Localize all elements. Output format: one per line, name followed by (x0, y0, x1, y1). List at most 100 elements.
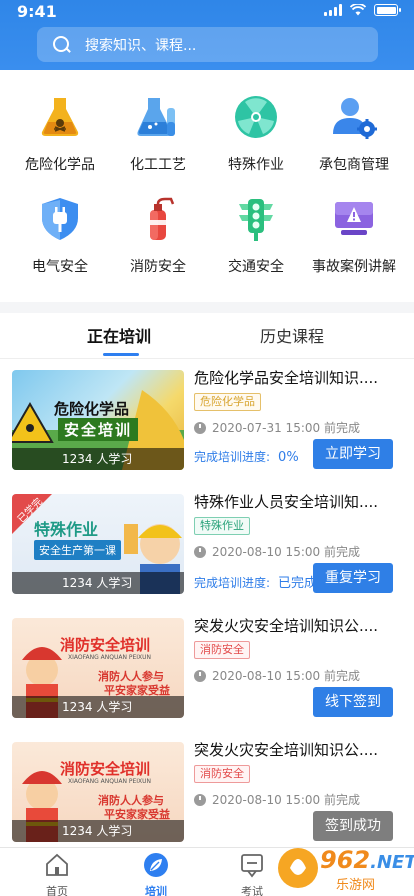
category-chemical-process[interactable]: 化工工艺 (108, 94, 208, 174)
course-item[interactable]: 消防安全培训 XIAOFANG ANQUAN PEIXUN 消防人人参与 平安家… (0, 729, 414, 853)
deadline-text: 2020-07-31 15:00 前完成 (212, 421, 360, 435)
status-time: 9:41 (17, 2, 57, 21)
course-tag: 特殊作业 (194, 517, 250, 535)
thumbnail-subtitle: 安全培训 (58, 418, 139, 441)
tab-exam[interactable]: 考试 (222, 852, 282, 896)
warning-monitor-icon (335, 202, 373, 235)
status-icons (324, 4, 401, 16)
learner-count: 1234 人学习 (12, 572, 184, 594)
course-tabs: 正在培训 历史课程 (0, 313, 414, 359)
clock-icon (194, 793, 206, 806)
progress-label: 完成培训进度: (194, 450, 271, 464)
course-item[interactable]: 消防安全培训 XIAOFANG ANQUAN PEIXUN 消防人人参与 平安家… (0, 605, 414, 729)
search-bar[interactable]: 搜索知识、课程... (37, 27, 378, 62)
category-label: 交通安全 (228, 259, 284, 275)
traffic-light-icon (239, 199, 273, 241)
search-icon (53, 35, 71, 54)
tab-current-training[interactable]: 正在培训 (87, 323, 151, 347)
course-thumbnail: 危险化学品 安全培训 1234 人学习 (12, 370, 184, 470)
progress-row: 完成培训进度: 已完成 (194, 572, 317, 591)
fire-extinguisher-icon (150, 197, 175, 240)
thumbnail-title: 危险化学品 (54, 400, 130, 418)
site-watermark: 962.NET 乐游网 (276, 840, 414, 896)
deadline-row: 2020-08-10 15:00 前完成 (194, 667, 360, 684)
category-contractor-management[interactable]: 承包商管理 (304, 94, 404, 174)
deadline-text: 2020-08-10 15:00 前完成 (212, 793, 360, 807)
tab-label: 培训 (145, 885, 167, 896)
exam-icon (241, 854, 263, 878)
repeat-learning-button[interactable]: 重复学习 (313, 563, 393, 593)
deadline-text: 2020-08-10 15:00 前完成 (212, 545, 360, 559)
thumbnail-title: 消防安全培训 (60, 760, 151, 778)
category-label: 特殊作业 (228, 157, 284, 173)
progress-value: 0% (278, 450, 299, 465)
tab-label: 首页 (46, 885, 68, 896)
battery-icon (374, 4, 401, 16)
tab-active-indicator (103, 353, 139, 356)
course-title: 特殊作业人员安全培训知.... (194, 493, 379, 511)
category-fire-safety[interactable]: 消防安全 (108, 196, 208, 276)
progress-value: 已完成 (278, 576, 318, 591)
course-thumbnail: 消防安全培训 XIAOFANG ANQUAN PEIXUN 消防人人参与 平安家… (12, 742, 184, 842)
course-title: 突发火灾安全培训知识公.... (194, 741, 379, 759)
course-thumbnail: 已学完 特殊作业 安全生产第一课 1234 人学习 (12, 494, 184, 594)
chem-flask-icon (137, 98, 175, 136)
wifi-icon (350, 4, 366, 16)
category-label: 事故案例讲解 (312, 259, 396, 275)
contractor-gear-icon (333, 98, 377, 139)
clock-icon (194, 545, 206, 558)
category-traffic-safety[interactable]: 交通安全 (206, 196, 306, 276)
tab-history-courses[interactable]: 历史课程 (260, 323, 324, 347)
course-thumbnail: 消防安全培训 XIAOFANG ANQUAN PEIXUN 消防人人参与 平安家… (12, 618, 184, 718)
category-label: 承包商管理 (319, 157, 389, 173)
radiation-icon (235, 96, 277, 138)
course-item[interactable]: 危险化学品 安全培训 1234 人学习 危险化学品安全培训知识.... 危险化学… (0, 357, 414, 481)
watermark-sub: 乐游网 (336, 878, 376, 893)
checkin-success-button[interactable]: 签到成功 (313, 811, 393, 841)
category-grid: 危险化学品 化工工艺 特殊作业 承包商管理 电气安全 消防安全 交通安全 事故案… (0, 70, 414, 302)
clock-icon (194, 669, 206, 682)
deadline-row: 2020-08-10 15:00 前完成 (194, 543, 360, 560)
thumbnail-pinyin: XIAOFANG ANQUAN PEIXUN (68, 654, 152, 661)
learner-count: 1234 人学习 (12, 820, 184, 842)
course-tag: 危险化学品 (194, 393, 261, 411)
signal-icon (324, 4, 342, 16)
course-title: 突发火灾安全培训知识公.... (194, 617, 379, 635)
deadline-row: 2020-08-10 15:00 前完成 (194, 791, 360, 808)
home-icon (46, 853, 68, 876)
course-title: 危险化学品安全培训知识.... (194, 369, 379, 387)
clock-icon (194, 421, 206, 434)
course-item[interactable]: 已学完 特殊作业 安全生产第一课 1234 人学习 特殊作业人员安全培训知...… (0, 481, 414, 605)
learner-count: 1234 人学习 (12, 696, 184, 718)
tab-home[interactable]: 首页 (27, 852, 87, 896)
thumbnail-pinyin: XIAOFANG ANQUAN PEIXUN (68, 778, 152, 785)
training-leaf-icon (144, 853, 168, 877)
tab-training[interactable]: 培训 (126, 852, 186, 896)
deadline-text: 2020-08-10 15:00 前完成 (212, 669, 360, 683)
deadline-row: 2020-07-31 15:00 前完成 (194, 419, 360, 436)
category-label: 危险化学品 (25, 157, 95, 173)
electric-plug-icon (42, 198, 78, 240)
category-accident-cases[interactable]: 事故案例讲解 (304, 196, 404, 276)
start-learning-button[interactable]: 立即学习 (313, 439, 393, 469)
category-label: 电气安全 (32, 259, 88, 275)
thumbnail-subtitle: 安全生产第一课 (34, 540, 121, 560)
category-electrical-safety[interactable]: 电气安全 (10, 196, 110, 276)
progress-label: 完成培训进度: (194, 576, 271, 590)
thumbnail-title: 特殊作业 (34, 520, 99, 539)
thumbnail-title: 消防安全培训 (60, 636, 151, 654)
course-tag: 消防安全 (194, 765, 250, 783)
category-special-operations[interactable]: 特殊作业 (206, 94, 306, 174)
search-placeholder: 搜索知识、课程... (85, 37, 197, 54)
header: 9:41 搜索知识、课程... (0, 0, 414, 70)
category-label: 消防安全 (130, 259, 186, 275)
category-label: 化工工艺 (130, 157, 186, 173)
status-bar: 9:41 (0, 0, 414, 24)
hazard-flask-icon (41, 98, 79, 136)
learner-count: 1234 人学习 (12, 448, 184, 470)
training-panel: 正在培训 历史课程 危险化学品 安全培训 1234 人学习 危险化学品安全培训知… (0, 313, 414, 847)
category-hazardous-chemicals[interactable]: 危险化学品 (10, 94, 110, 174)
offline-checkin-button[interactable]: 线下签到 (313, 687, 393, 717)
watermark-brand: 962.NET (320, 846, 414, 874)
tab-label: 考试 (241, 885, 263, 896)
